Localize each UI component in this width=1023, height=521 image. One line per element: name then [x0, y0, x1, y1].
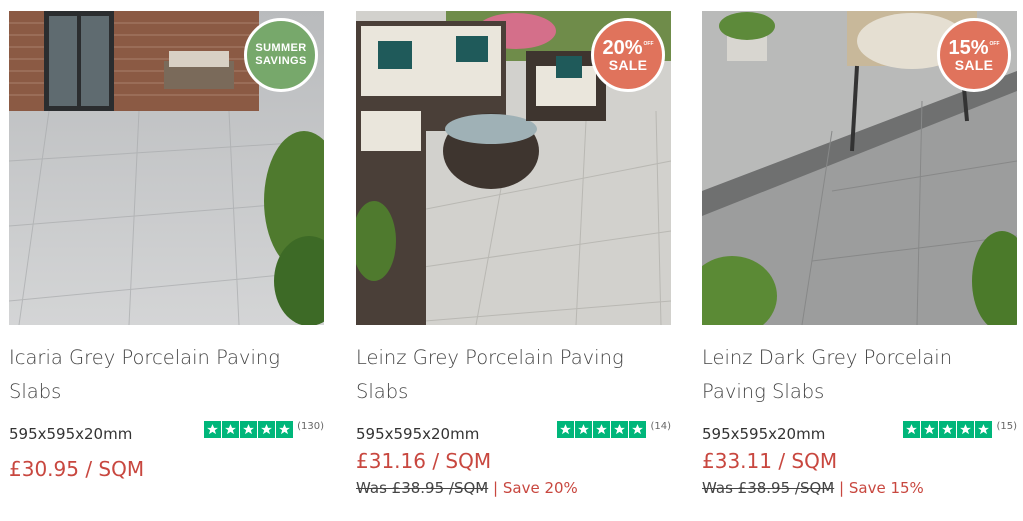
product-title[interactable]: Leinz Dark Grey Porcelain Paving Slabs	[702, 341, 1017, 409]
was-price: Was £38.95 /SQM	[702, 479, 835, 497]
separator: |	[839, 479, 845, 497]
star-icon	[939, 421, 957, 438]
star-icon	[204, 421, 222, 438]
star-icon	[258, 421, 276, 438]
star-icon	[276, 421, 294, 438]
star-icon	[629, 421, 647, 438]
star-icon	[611, 421, 629, 438]
product-image[interactable]: 20% OFF SALE	[356, 11, 671, 325]
product-size: 595x595x20mm	[702, 425, 826, 443]
star-icon	[593, 421, 611, 438]
save-amount: Save 15%	[848, 479, 924, 497]
star-icon	[975, 421, 993, 438]
price-comparison: Was £38.95 /SQM | Save 20%	[356, 479, 671, 497]
product-card[interactable]: 15% OFF SALE Leinz Dark Grey Porcelain Pa…	[702, 11, 1017, 497]
star-icon	[921, 421, 939, 438]
price-comparison: Was £38.95 /SQM | Save 15%	[702, 479, 1017, 497]
star-icon	[957, 421, 975, 438]
star-icon	[222, 421, 240, 438]
trustpilot-rating[interactable]: (130)	[204, 421, 324, 438]
product-title[interactable]: Leinz Grey Porcelain Paving Slabs	[356, 341, 671, 409]
product-card[interactable]: 20% OFF SALE Leinz Grey Porcelain Paving …	[356, 11, 671, 497]
review-count: (14)	[650, 421, 671, 432]
star-icon	[557, 421, 575, 438]
product-price: £31.16 / SQM	[356, 449, 492, 473]
review-count: (130)	[297, 421, 324, 432]
star-icon	[903, 421, 921, 438]
trustpilot-rating[interactable]: (15)	[903, 421, 1017, 438]
product-price: £33.11 / SQM	[702, 449, 838, 473]
product-card[interactable]: SUMMER SAVINGS Icaria Grey Porcelain Pav…	[9, 11, 324, 481]
was-price: Was £38.95 /SQM	[356, 479, 489, 497]
review-count: (15)	[996, 421, 1017, 432]
separator: |	[493, 479, 499, 497]
product-image[interactable]: 15% OFF SALE	[702, 11, 1017, 325]
product-price: £30.95 / SQM	[9, 457, 145, 481]
summer-savings-badge: SUMMER SAVINGS	[244, 18, 318, 92]
save-amount: Save 20%	[502, 479, 578, 497]
product-title[interactable]: Icaria Grey Porcelain Paving Slabs	[9, 341, 324, 409]
product-image[interactable]: SUMMER SAVINGS	[9, 11, 324, 325]
sale-badge: 20% OFF SALE	[591, 18, 665, 92]
product-size: 595x595x20mm	[9, 425, 133, 443]
star-icon	[240, 421, 258, 438]
star-icon	[575, 421, 593, 438]
product-size: 595x595x20mm	[356, 425, 480, 443]
trustpilot-rating[interactable]: (14)	[557, 421, 671, 438]
sale-badge: 15% OFF SALE	[937, 18, 1011, 92]
